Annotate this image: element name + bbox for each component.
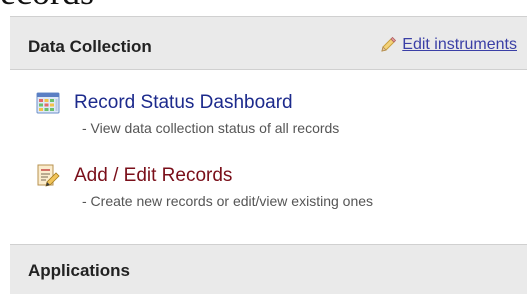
pencil-icon: [381, 36, 397, 52]
applications-title: Applications: [28, 261, 131, 280]
data-collection-header: Data Collection Edit instruments: [10, 16, 527, 70]
record-status-dashboard-link[interactable]: Record Status Dashboard: [74, 91, 293, 115]
edit-record-icon: [37, 164, 60, 187]
data-collection-content: Record Status Dashboard - View data coll…: [10, 70, 527, 244]
applications-header[interactable]: Applications: [10, 244, 527, 294]
list-item-record-status-dashboard: Record Status Dashboard - View data coll…: [36, 91, 339, 136]
add-edit-records-description: - Create new records or edit/view existi…: [82, 193, 374, 209]
add-edit-records-link[interactable]: Add / Edit Records: [74, 164, 232, 188]
dashboard-grid-icon: [36, 92, 60, 114]
list-item-add-edit-records: Add / Edit Records - Create new records …: [36, 164, 373, 209]
record-status-dashboard-description: - View data collection status of all rec…: [82, 120, 340, 136]
data-collection-title: Data Collection: [28, 37, 152, 56]
edit-instruments-link[interactable]: Edit instruments: [402, 36, 517, 54]
sidebar-panel: Data Collection Edit instruments Record …: [0, 0, 527, 294]
edit-instruments-control[interactable]: Edit instruments: [379, 36, 517, 54]
